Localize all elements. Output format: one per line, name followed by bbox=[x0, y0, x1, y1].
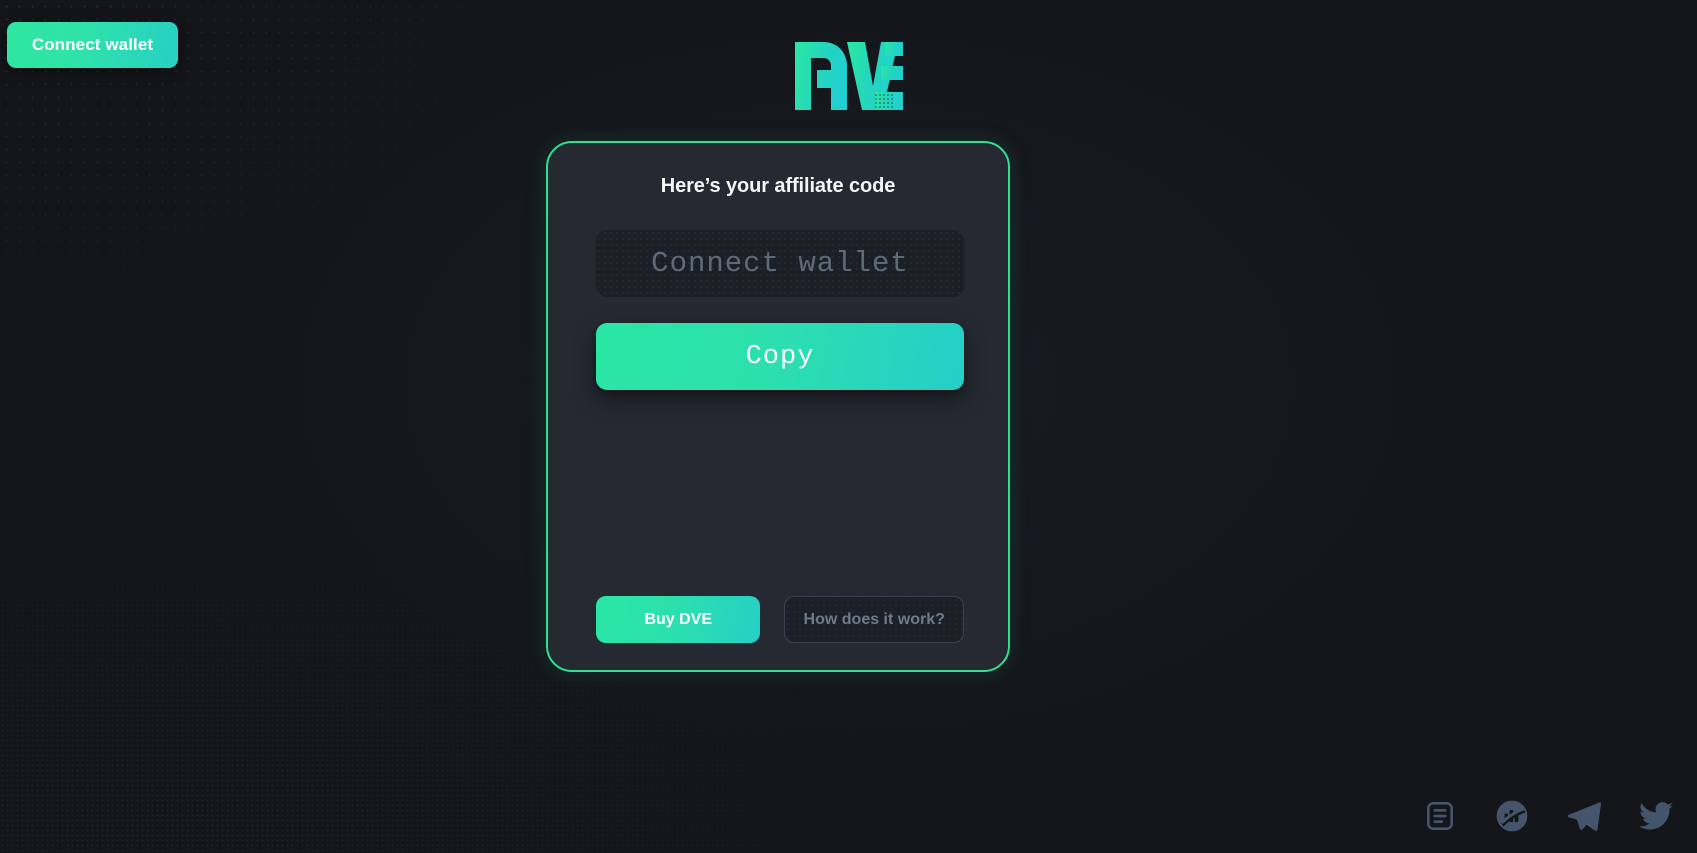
how-does-it-work-button[interactable]: How does it work? bbox=[784, 596, 964, 643]
affiliate-code-card: Here’s your affiliate code Copy Buy DVE … bbox=[546, 141, 1010, 672]
twitter-link[interactable] bbox=[1639, 799, 1673, 833]
affiliate-code-input[interactable] bbox=[596, 230, 964, 297]
telegram-link[interactable] bbox=[1567, 799, 1601, 833]
docs-link[interactable] bbox=[1423, 799, 1457, 833]
telegram-icon bbox=[1567, 802, 1601, 831]
twitter-icon bbox=[1639, 801, 1673, 829]
dextools-link[interactable] bbox=[1495, 799, 1529, 833]
dextools-icon bbox=[1496, 800, 1528, 832]
logo bbox=[0, 42, 1697, 110]
docs-icon bbox=[1427, 802, 1453, 830]
dve-logo-icon bbox=[794, 42, 903, 110]
card-action-row: Buy DVE How does it work? bbox=[596, 596, 964, 643]
buy-dve-button[interactable]: Buy DVE bbox=[596, 596, 761, 643]
social-links bbox=[1423, 799, 1673, 833]
copy-button[interactable]: Copy bbox=[596, 323, 964, 390]
card-title: Here’s your affiliate code bbox=[660, 175, 896, 197]
